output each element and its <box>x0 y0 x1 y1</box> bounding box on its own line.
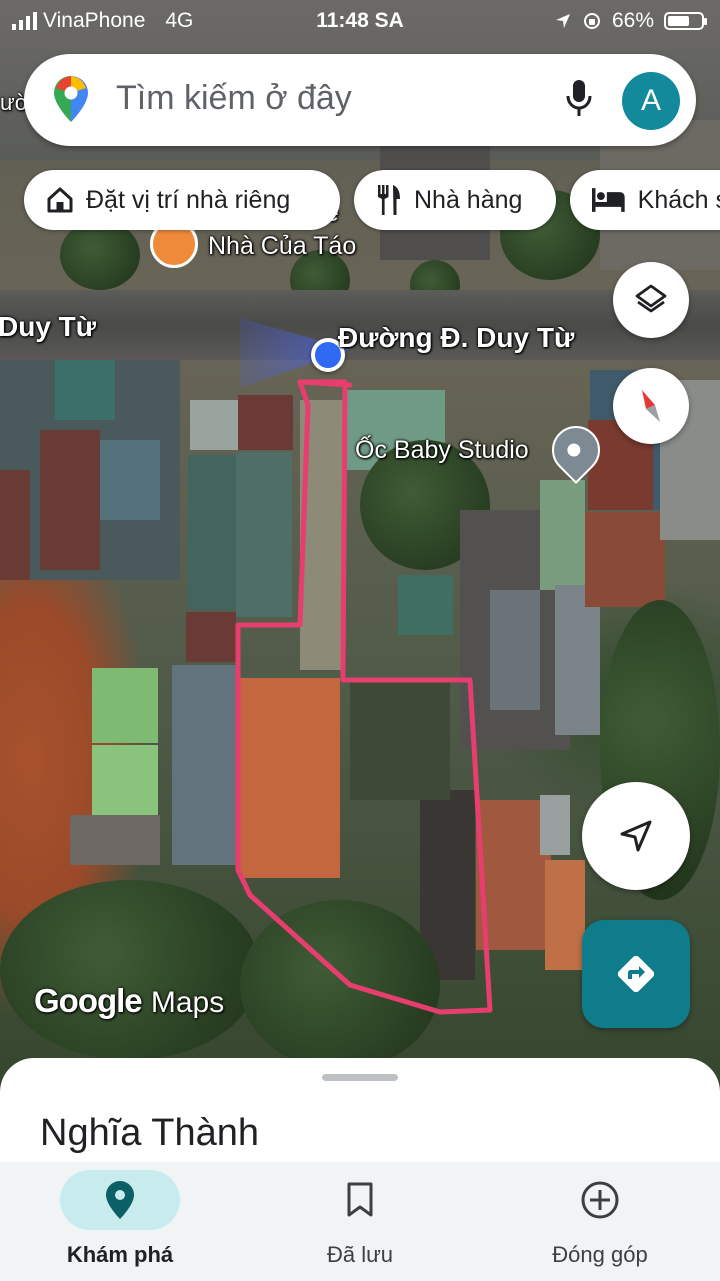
nav-contribute-iconwrap <box>540 1170 660 1230</box>
battery-icon <box>664 12 707 30</box>
battery-fill <box>668 16 690 26</box>
hotel-icon <box>592 188 625 212</box>
chip-set-home[interactable]: Đặt vị trí nhà riêng <box>24 170 340 230</box>
bookmark-icon <box>347 1182 373 1217</box>
nav-saved-label: Đã lưu <box>326 1242 394 1267</box>
search-input[interactable]: Tìm kiếm ở đây <box>116 79 352 118</box>
chip-hotels[interactable]: Khách s <box>570 170 720 230</box>
chip-label: Khách s <box>637 185 720 214</box>
watermark-google: Google <box>34 982 143 1019</box>
layers-icon <box>635 284 667 313</box>
directions-icon <box>617 955 655 993</box>
chip-label: Đặt vị trí nhà riêng <box>86 185 291 214</box>
watermark-maps: Maps <box>150 986 225 1019</box>
my-location-button[interactable] <box>582 782 690 890</box>
nav-contribute[interactable]: Đóng góp <box>480 1162 720 1281</box>
nav-contribute-label: Đóng góp <box>552 1242 648 1267</box>
map-place-label[interactable]: Nhà Của Táo <box>208 232 356 261</box>
chip-label: Nhà hàng <box>414 185 523 214</box>
orientation-lock-icon <box>583 13 600 29</box>
directions-button[interactable] <box>582 920 690 1028</box>
compass-icon <box>642 390 660 422</box>
sheet-drag-handle[interactable] <box>322 1074 398 1081</box>
google-maps-watermark: Google Maps <box>34 982 224 1020</box>
map-layers-button[interactable] <box>613 262 689 338</box>
poi-label[interactable]: Ốc Baby Studio <box>355 436 529 465</box>
add-circle-icon <box>581 1181 619 1219</box>
nav-explore-label: Khám phá <box>66 1242 174 1267</box>
microphone-icon[interactable] <box>564 78 594 120</box>
sheet-title: Nghĩa Thành <box>40 1112 260 1154</box>
nav-explore-highlight <box>60 1170 180 1230</box>
location-services-icon <box>555 14 570 28</box>
street-label: Đường Đ. Duy Từ <box>338 322 575 353</box>
battery-percent: 66% <box>611 9 654 32</box>
nav-saved[interactable]: Đã lưu <box>240 1162 480 1281</box>
home-icon <box>47 187 73 213</box>
nav-explore[interactable]: Khám phá <box>0 1162 240 1281</box>
nav-saved-iconwrap <box>300 1170 420 1230</box>
status-bar: VinaPhone 4G 11:48 SA 66% <box>0 0 720 40</box>
account-avatar[interactable]: A <box>622 72 680 130</box>
restaurant-icon <box>378 185 400 215</box>
bottom-navigation: Khám phá Đã lưu Đóng góp <box>0 1162 720 1281</box>
street-label-left: Duy Từ <box>0 311 97 342</box>
search-bar[interactable]: Tìm kiếm ở đây A <box>24 54 696 146</box>
navigation-arrow-icon <box>620 820 652 852</box>
compass-button[interactable] <box>613 368 689 444</box>
explore-pin-icon <box>106 1181 134 1219</box>
google-maps-logo-icon <box>54 76 88 122</box>
chip-restaurants[interactable]: Nhà hàng <box>354 170 556 230</box>
